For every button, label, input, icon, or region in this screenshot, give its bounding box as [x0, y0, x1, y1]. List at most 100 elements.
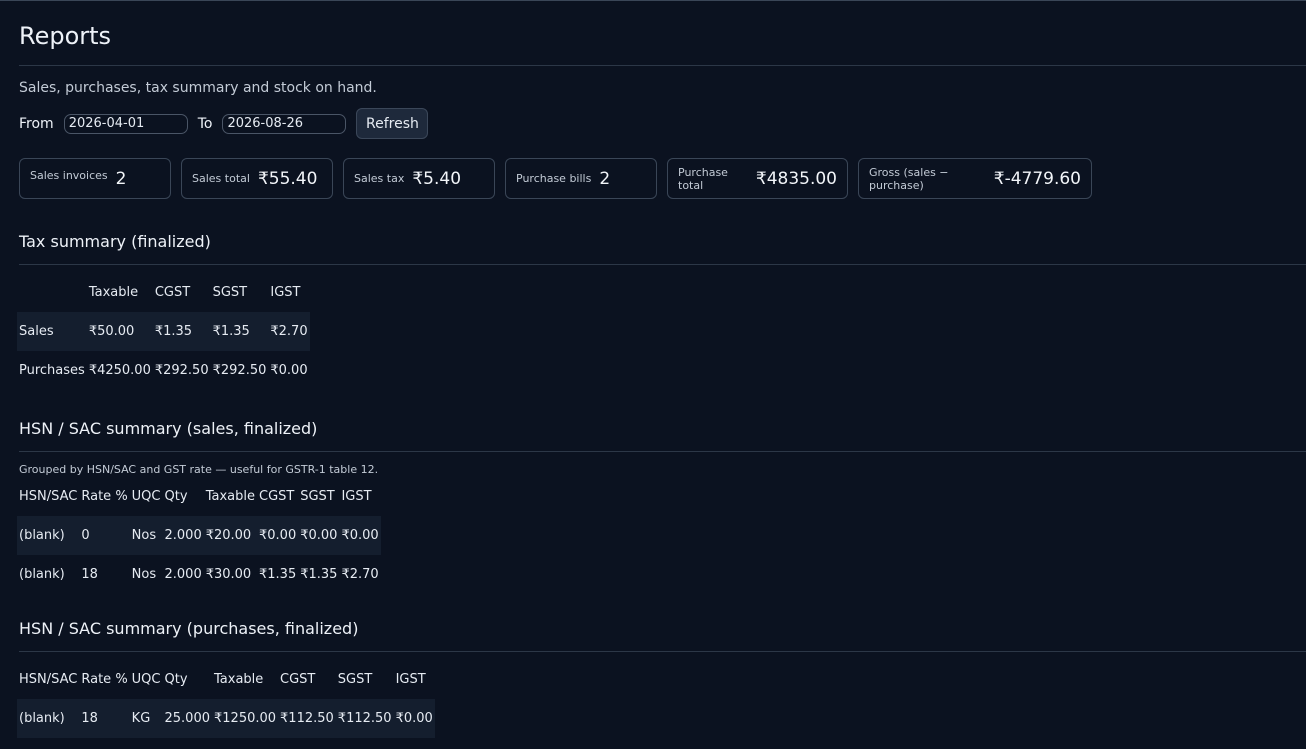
table-cell: ₹4250.00 — [88, 363, 151, 378]
column-header: UQC — [131, 489, 161, 504]
column-header: Rate % — [81, 672, 128, 687]
table-cell: ₹0.00 — [393, 699, 435, 738]
page-subtitle: Sales, purchases, tax summary and stock … — [19, 80, 377, 96]
column-header: CGST — [280, 672, 316, 687]
table-row: Sales ₹50.00 ₹1.35 ₹1.35 ₹2.70 — [17, 312, 310, 351]
table-cell: Nos — [129, 516, 163, 555]
hsn-purchases-divider — [19, 651, 1306, 652]
table-cell: ₹1.35 — [210, 312, 269, 351]
column-header — [17, 273, 87, 312]
table-cell: Sales — [17, 312, 87, 351]
tax-summary-table: Taxable CGST SGST IGST Sales ₹50.00 ₹1.3… — [17, 273, 310, 390]
hsn-sales-divider — [19, 451, 1306, 452]
table-cell: (blank) — [17, 699, 80, 738]
summary-cards: Sales invoices 2 Sales total ₹55.40 Sale… — [19, 158, 1306, 199]
table-cell: 18 — [79, 699, 130, 738]
column-header: SGST — [337, 672, 373, 687]
card-label: Sales tax — [354, 172, 405, 185]
column-header: Rate % — [81, 489, 128, 504]
table-cell: ₹1.35 — [300, 567, 338, 582]
card-label: Sales invoices — [30, 169, 108, 182]
table-cell: 2.000 — [164, 567, 202, 582]
table-cell: ₹112.50 — [335, 699, 394, 738]
table-cell: ₹0.00 — [257, 516, 299, 555]
table-row: (blank) 18 KG 25.000 ₹1250.00 ₹112.50 ₹1… — [17, 699, 435, 738]
card-value: ₹4835.00 — [755, 168, 837, 189]
table-cell: ₹1.35 — [259, 567, 297, 582]
table-cell: Purchases — [19, 363, 85, 378]
table-header-row: HSN/SAC Rate % UQC Qty Taxable CGST SGST… — [17, 660, 435, 699]
card-sales-invoices: Sales invoices 2 — [19, 158, 171, 199]
column-header: CGST — [259, 489, 295, 504]
table-cell: ₹30.00 — [205, 567, 252, 582]
column-header: IGST — [341, 489, 372, 504]
hsn-purchases-title: HSN / SAC summary (purchases, finalized) — [19, 619, 359, 638]
column-header: HSN/SAC — [19, 672, 78, 687]
table-cell: ₹50.00 — [86, 312, 153, 351]
column-header: UQC — [131, 672, 161, 687]
card-purchase-bills: Purchase bills 2 — [505, 158, 657, 199]
date-filter-bar: From To Refresh — [19, 108, 1306, 139]
column-header: IGST — [270, 285, 301, 300]
table-cell: ₹0.00 — [270, 363, 308, 378]
to-date-input[interactable] — [222, 113, 347, 134]
card-value: ₹55.40 — [257, 168, 318, 189]
column-header: IGST — [395, 672, 426, 687]
table-row: Purchases ₹4250.00 ₹292.50 ₹292.50 ₹0.00 — [17, 351, 310, 390]
hsn-sales-note: Grouped by HSN/SAC and GST rate — useful… — [19, 463, 379, 476]
hsn-sales-title: HSN / SAC summary (sales, finalized) — [19, 419, 318, 438]
table-cell: 25.000 — [162, 699, 212, 738]
refresh-button[interactable]: Refresh — [356, 108, 429, 139]
table-cell: ₹1250.00 — [212, 699, 279, 738]
column-header: Taxable — [205, 489, 255, 504]
column-header: Taxable — [214, 672, 264, 687]
table-cell: ₹112.50 — [278, 699, 336, 738]
hsn-purchases-table: HSN/SAC Rate % UQC Qty Taxable CGST SGST… — [17, 660, 435, 738]
column-header: Qty — [164, 489, 188, 504]
card-label: Purchase total — [678, 165, 728, 192]
table-cell: 2.000 — [162, 516, 204, 555]
table-cell: ₹2.70 — [268, 312, 310, 351]
column-header: SGST — [212, 285, 248, 300]
table-cell: ₹20.00 — [203, 516, 257, 555]
card-value: ₹-4779.60 — [993, 168, 1081, 189]
table-cell: KG — [129, 699, 163, 738]
card-value: 2 — [599, 168, 611, 189]
table-cell: ₹2.70 — [341, 567, 379, 582]
card-gross: Gross (sales − purchase) ₹-4779.60 — [858, 158, 1092, 199]
table-cell: ₹1.35 — [152, 312, 211, 351]
card-label: Purchase bills — [516, 172, 592, 185]
from-date-input[interactable] — [63, 113, 188, 134]
table-cell: ₹292.50 — [212, 363, 267, 378]
column-header: HSN/SAC — [19, 489, 78, 504]
table-cell: ₹0.00 — [298, 516, 340, 555]
table-cell: 0 — [79, 516, 130, 555]
column-header: Taxable — [88, 285, 139, 300]
table-cell: (blank) — [17, 516, 80, 555]
table-row: (blank) 0 Nos 2.000 ₹20.00 ₹0.00 ₹0.00 ₹… — [17, 516, 381, 555]
to-label: To — [197, 115, 213, 132]
table-cell: (blank) — [19, 567, 65, 582]
tax-summary-title: Tax summary (finalized) — [19, 232, 211, 251]
table-header-row: Taxable CGST SGST IGST — [17, 273, 310, 312]
table-cell: ₹0.00 — [339, 516, 381, 555]
column-header: CGST — [154, 285, 191, 300]
reports-page: Reports Sales, purchases, tax summary an… — [0, 1, 1306, 738]
tax-summary-divider — [19, 264, 1306, 265]
from-label: From — [19, 115, 54, 132]
column-header: SGST — [300, 489, 335, 504]
card-value: 2 — [115, 168, 127, 189]
card-purchase-total: Purchase total ₹4835.00 — [667, 158, 848, 199]
card-value: ₹5.40 — [412, 168, 462, 189]
title-divider — [19, 65, 1306, 66]
card-label: Gross (sales − purchase) — [869, 165, 949, 192]
table-cell: ₹292.50 — [154, 363, 209, 378]
hsn-sales-table: HSN/SAC Rate % UQC Qty Taxable CGST SGST… — [17, 477, 381, 594]
column-header: Qty — [164, 672, 188, 687]
page-title: Reports — [19, 22, 112, 50]
table-cell: 18 — [81, 567, 98, 582]
table-header-row: HSN/SAC Rate % UQC Qty Taxable CGST SGST… — [17, 477, 381, 516]
card-label: Sales total — [192, 172, 250, 185]
table-row: (blank) 18 Nos 2.000 ₹30.00 ₹1.35 ₹1.35 … — [17, 555, 381, 594]
card-sales-tax: Sales tax ₹5.40 — [343, 158, 495, 199]
